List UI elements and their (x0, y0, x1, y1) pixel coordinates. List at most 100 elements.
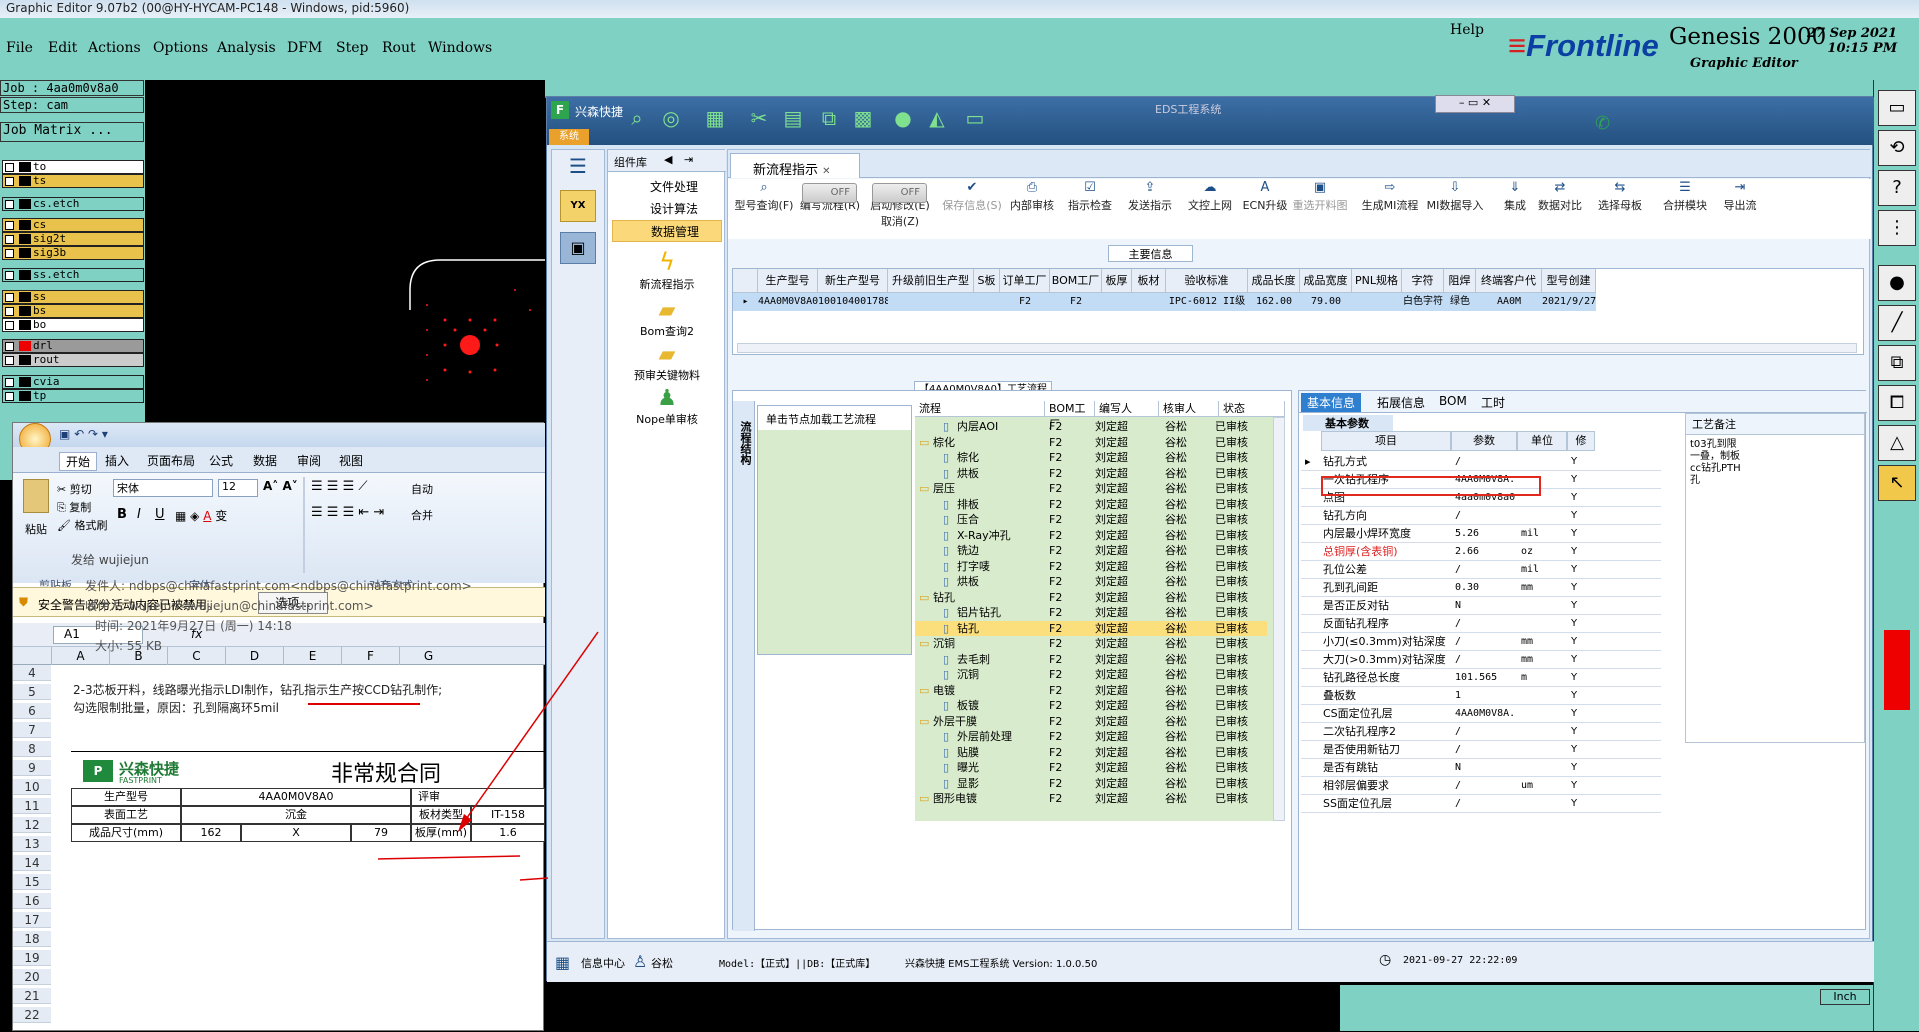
row-header[interactable]: 17 (13, 912, 51, 928)
format-painter-button[interactable]: 🖌 格式刷 (57, 517, 107, 533)
grid-cell[interactable] (1102, 293, 1132, 311)
toggle-switch[interactable]: OFF (872, 183, 927, 203)
grid-header[interactable]: 成品宽度 (1300, 269, 1352, 293)
param-row[interactable]: 是否正反对钻 N Y (1301, 597, 1661, 615)
grid-cell[interactable]: 79.00 (1300, 293, 1352, 311)
grid-icon[interactable]: ▩ (849, 104, 877, 132)
copy-icon[interactable]: ⧉ (815, 104, 843, 132)
menu-step[interactable]: Step (336, 40, 368, 56)
param-row[interactable]: 钻孔方向 / Y (1301, 507, 1661, 525)
grid-header[interactable]: PNL规格 (1352, 269, 1402, 293)
menu-rout[interactable]: Rout (382, 40, 416, 56)
toolbar-button-6[interactable]: ⇪ 发送指示 (1118, 179, 1182, 239)
tree-row[interactable]: ▯ 钻孔 F2 刘定超 谷松 已审核 (915, 620, 1267, 636)
tab-hours[interactable]: 工时 (1475, 393, 1511, 412)
grid-cell[interactable]: 2021/9/27 (1542, 293, 1596, 311)
grid-header[interactable]: 验收标准 (1166, 269, 1248, 293)
row-header[interactable]: 9 (13, 760, 51, 776)
tree-row[interactable]: ▯ 内层AOI F2 刘定超 谷松 已审核 (915, 419, 1267, 434)
param-row[interactable]: 钻孔方式 / Y ▸ (1301, 453, 1661, 471)
grid-cell[interactable] (1132, 293, 1166, 311)
grid-header[interactable]: 升级前旧生产型号 (888, 269, 974, 311)
align-top-icon[interactable]: ☰ ☰ ☰ ⟋ (311, 479, 367, 494)
toolbar-button-16[interactable]: ⇥ 导出流 (1708, 179, 1772, 239)
param-row[interactable]: 大刀(>0.3mm)对钻深度 / mm Y (1301, 651, 1661, 669)
row-header[interactable]: 11 (13, 798, 51, 814)
row-header[interactable]: 4 (13, 665, 51, 681)
grid-cell[interactable]: AA0M (1476, 293, 1542, 311)
tree-row[interactable]: ▭ 钻孔 F2 刘定超 谷松 已审核 (915, 590, 1267, 605)
panel-new-flow[interactable]: ϟ 新流程指示 (612, 248, 722, 292)
grid-cell[interactable]: 绿色 (1444, 293, 1476, 311)
tool-pad-icon[interactable]: ● (1878, 265, 1916, 301)
bold-icon[interactable]: B (117, 507, 127, 522)
tab-bom[interactable]: BOM (1433, 393, 1473, 412)
param-row[interactable]: CS面定位孔层 4AA0M0V8A... Y (1301, 705, 1661, 723)
tree-row[interactable]: ▭ 电镀 F2 刘定超 谷松 已审核 (915, 683, 1267, 698)
grid-header[interactable]: 板厚 (1102, 269, 1132, 293)
quick-access-icons[interactable]: ▣ ↶ ↷ ▾ (59, 427, 108, 441)
grid-header[interactable]: 终端客户代码 (1476, 269, 1542, 311)
italic-icon[interactable]: I (137, 507, 141, 522)
param-header[interactable]: 单位 (1517, 431, 1567, 451)
grid-cell[interactable]: 162.00 (1248, 293, 1300, 311)
param-row[interactable]: 总铜厚(含表铜) 2.66 oz Y (1301, 543, 1661, 561)
row-header[interactable]: 13 (13, 836, 51, 852)
grid-cell[interactable]: F2 (1050, 293, 1102, 311)
tab-basic-info[interactable]: 基本信息 (1301, 393, 1362, 412)
toolbar-button-9[interactable]: ▣ 重选开料图 (1288, 179, 1352, 239)
col-c[interactable]: C (167, 647, 225, 665)
layer-sig3b[interactable]: sig3b (2, 246, 144, 260)
param-row[interactable]: 反面钻孔程序 / Y (1301, 615, 1661, 633)
tool-window-icon[interactable]: ▭ (1878, 90, 1916, 126)
computer-module-icon[interactable]: ▣ (560, 232, 596, 264)
grid-cell[interactable]: IPC-6012 II级 (1166, 293, 1248, 311)
tool-feature-icon[interactable]: ⧉ (1878, 345, 1916, 381)
param-row[interactable]: 小刀(≤0.3mm)对钻深度 / mm Y (1301, 633, 1661, 651)
tree-row[interactable]: ▯ 烘板 F2 刘定超 谷松 已审核 (915, 574, 1267, 589)
close-icon[interactable]: ✕ (822, 166, 830, 177)
tree-row[interactable]: ▯ 铣边 F2 刘定超 谷松 已审核 (915, 543, 1267, 558)
grid-cell[interactable] (888, 293, 974, 311)
layer-ss[interactable]: ss (2, 290, 144, 304)
col-g[interactable]: G (399, 647, 457, 665)
grid-menu-icon[interactable]: ▦ (555, 953, 570, 972)
row-header[interactable]: 16 (13, 893, 51, 909)
info-center[interactable]: 信息中心 (581, 955, 625, 971)
menu-icon[interactable]: ☰ (558, 156, 598, 176)
toolbar-button-2[interactable]: OFF 启动修改(E) 取消(Z) (868, 179, 932, 239)
tree-row[interactable]: ▭ 沉铜 F2 刘定超 谷松 已审核 (915, 636, 1267, 651)
row-header[interactable]: 6 (13, 703, 51, 719)
layer-ss-etch[interactable]: ss.etch (2, 268, 144, 282)
param-header[interactable]: 参数 (1451, 431, 1517, 451)
layer-to[interactable]: to (2, 160, 144, 174)
param-row[interactable]: 是否有跳钻 N Y (1301, 759, 1661, 777)
cancel-label[interactable]: 取消(Z) (868, 213, 932, 229)
param-header[interactable]: 修 (1567, 431, 1595, 451)
align-left-icon[interactable]: ☰ ☰ ☰ ⇤ ⇥ (311, 505, 384, 520)
tool-help-icon[interactable]: ? (1878, 170, 1916, 206)
tab-formulas[interactable]: 公式 (209, 452, 233, 469)
paste-icon[interactable] (23, 479, 49, 513)
row-header[interactable]: 18 (13, 931, 51, 947)
panel-nope-review[interactable]: ♟ Nope单审核 (612, 386, 722, 427)
layer-sig2t[interactable]: sig2t (2, 232, 144, 246)
tool-measure-icon[interactable]: △ (1878, 425, 1916, 461)
copy-button[interactable]: ⎘ 复制 (57, 499, 91, 515)
layer-bo[interactable]: bo (2, 318, 144, 332)
panel-key-materials[interactable]: ▰ 预审关键物料 (612, 342, 722, 383)
panel-pin-icon[interactable]: ⇥ (684, 153, 693, 166)
scissors-icon[interactable]: ✂ (745, 104, 773, 132)
horizontal-scrollbar[interactable] (737, 343, 1857, 353)
grid-header[interactable]: 型号创建时 (1542, 269, 1596, 311)
panel-bom-query[interactable]: ▰ Bom查询2 (612, 298, 722, 339)
toolbar-button-13[interactable]: ⇄ 数据对比 (1528, 179, 1592, 239)
grid-cell[interactable] (1352, 293, 1402, 311)
param-row[interactable]: 孔到孔间距 0.30 mm Y (1301, 579, 1661, 597)
row-header[interactable]: 19 (13, 950, 51, 966)
grid-header[interactable]: BOM工厂 (1050, 269, 1102, 293)
tree-row[interactable]: ▯ 棕化 F2 刘定超 谷松 已审核 (915, 450, 1267, 465)
film-icon[interactable]: ▤ (779, 104, 807, 132)
flow-structure-tab[interactable]: 流程结构 (733, 401, 755, 931)
load-flow-hint[interactable]: 单击节点加载工艺流程 (758, 406, 911, 430)
